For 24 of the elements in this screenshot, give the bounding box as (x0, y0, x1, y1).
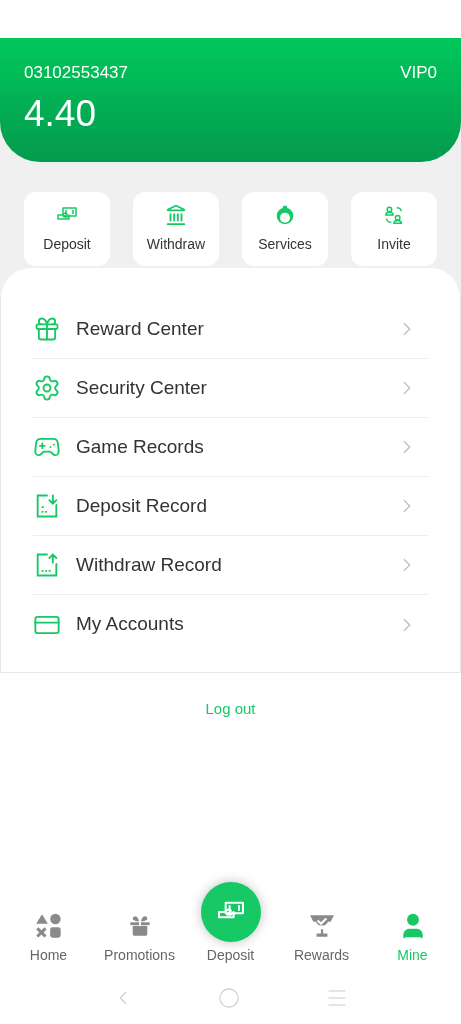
nav-tab[interactable]: Rewards (277, 910, 366, 966)
nav-tab[interactable]: Home (4, 910, 93, 966)
account-number: 03102553437 (24, 62, 128, 84)
balance-amount: 4.40 (24, 91, 96, 136)
settings-icon (33, 374, 61, 402)
nav-tab[interactable]: Promotions (95, 910, 184, 966)
menu-item[interactable]: Deposit Record (33, 477, 428, 536)
shapes-icon (34, 912, 63, 940)
menu-item[interactable]: Security Center (33, 359, 428, 418)
quick-action-button[interactable]: Withdraw (133, 192, 219, 266)
invite-users-icon (383, 204, 405, 226)
menu-item[interactable]: Withdraw Record (33, 536, 428, 595)
home-icon[interactable] (218, 987, 241, 1009)
quick-action-button[interactable]: Services (242, 192, 328, 266)
quick-action-button[interactable]: Invite (351, 192, 437, 266)
menu-item[interactable]: Game Records (33, 418, 428, 477)
trophy-icon (308, 913, 335, 939)
bank-icon (165, 204, 187, 226)
gift-icon (33, 315, 61, 343)
menu-item[interactable]: Reward Center (33, 300, 428, 359)
deposit-tab[interactable]: Deposit (186, 882, 275, 966)
vip-level: VIP0 (400, 62, 437, 84)
quick-action-button[interactable]: Deposit (24, 192, 110, 266)
menu-item[interactable]: My Accounts (33, 595, 428, 654)
